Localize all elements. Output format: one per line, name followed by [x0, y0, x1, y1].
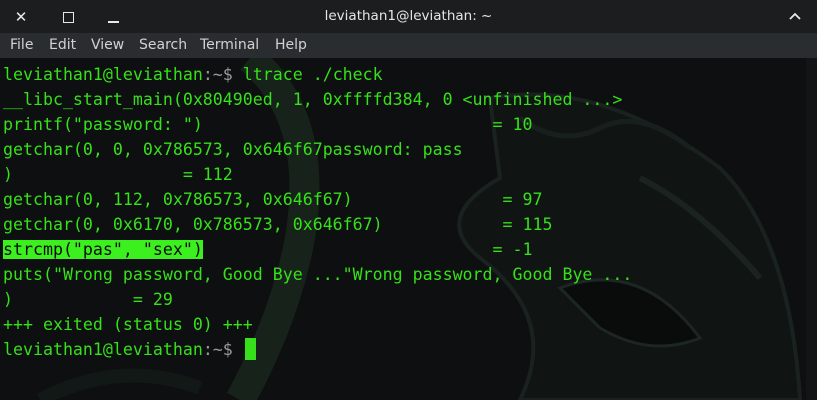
- terminal-output: leviathan1@leviathan:~$ ltrace ./check _…: [3, 62, 632, 362]
- prompt-path: :~: [202, 340, 223, 359]
- menu-file[interactable]: File: [10, 37, 33, 53]
- output-line: puts("Wrong password, Good Bye ..."Wrong…: [3, 265, 633, 284]
- title-bar: ✕ leviathan1@leviathan: ~: [0, 0, 817, 33]
- window-title: leviathan1@leviathan: ~: [324, 8, 493, 24]
- command-text: ltrace ./check: [242, 65, 383, 84]
- scrollbar[interactable]: [806, 58, 817, 400]
- menu-bar: File Edit View Search Terminal Help: [0, 33, 817, 58]
- output-line: ) = 29: [3, 290, 173, 309]
- prompt-path: :~: [202, 65, 223, 84]
- menu-terminal[interactable]: Terminal: [200, 37, 259, 53]
- menu-help[interactable]: Help: [275, 37, 307, 53]
- final-prompt-line: leviathan1@leviathan:~$: [3, 337, 632, 362]
- output-line: +++ exited (status 0) +++: [3, 315, 253, 334]
- prompt-user: leviathan1@leviathan: [3, 65, 203, 84]
- command-line: leviathan1@leviathan:~$ ltrace ./check: [3, 62, 632, 87]
- strcmp-result: = -1: [202, 240, 533, 259]
- menu-edit[interactable]: Edit: [49, 37, 76, 53]
- output-line: getchar(0, 112, 0x786573, 0x646f67) = 97: [3, 190, 543, 209]
- output-line: getchar(0, 0, 0x786573, 0x646f67password…: [3, 140, 463, 159]
- output-line: printf("password: ") = 10: [3, 115, 533, 134]
- output-line: ) = 112: [3, 165, 233, 184]
- output-line: getchar(0, 0x6170, 0x786573, 0x646f67) =…: [3, 215, 553, 234]
- terminal-window: ✕ leviathan1@leviathan: ~ File Edit View…: [0, 0, 817, 400]
- prompt-user: leviathan1@leviathan: [3, 340, 203, 359]
- output-line: __libc_start_main(0x80490ed, 1, 0xffffd3…: [3, 90, 623, 109]
- prompt-symbol: $: [222, 65, 243, 84]
- menu-view[interactable]: View: [91, 37, 124, 53]
- prompt-symbol: $: [222, 340, 243, 359]
- strcmp-line: strcmp("pas", "sex") = -1: [3, 237, 632, 262]
- text-cursor: [244, 338, 256, 360]
- highlighted-strcmp: strcmp("pas", "sex"): [3, 240, 203, 259]
- terminal-area[interactable]: leviathan1@leviathan:~$ ltrace ./check _…: [0, 58, 806, 400]
- expand-icon[interactable]: [784, 6, 806, 28]
- menu-search[interactable]: Search: [139, 37, 187, 53]
